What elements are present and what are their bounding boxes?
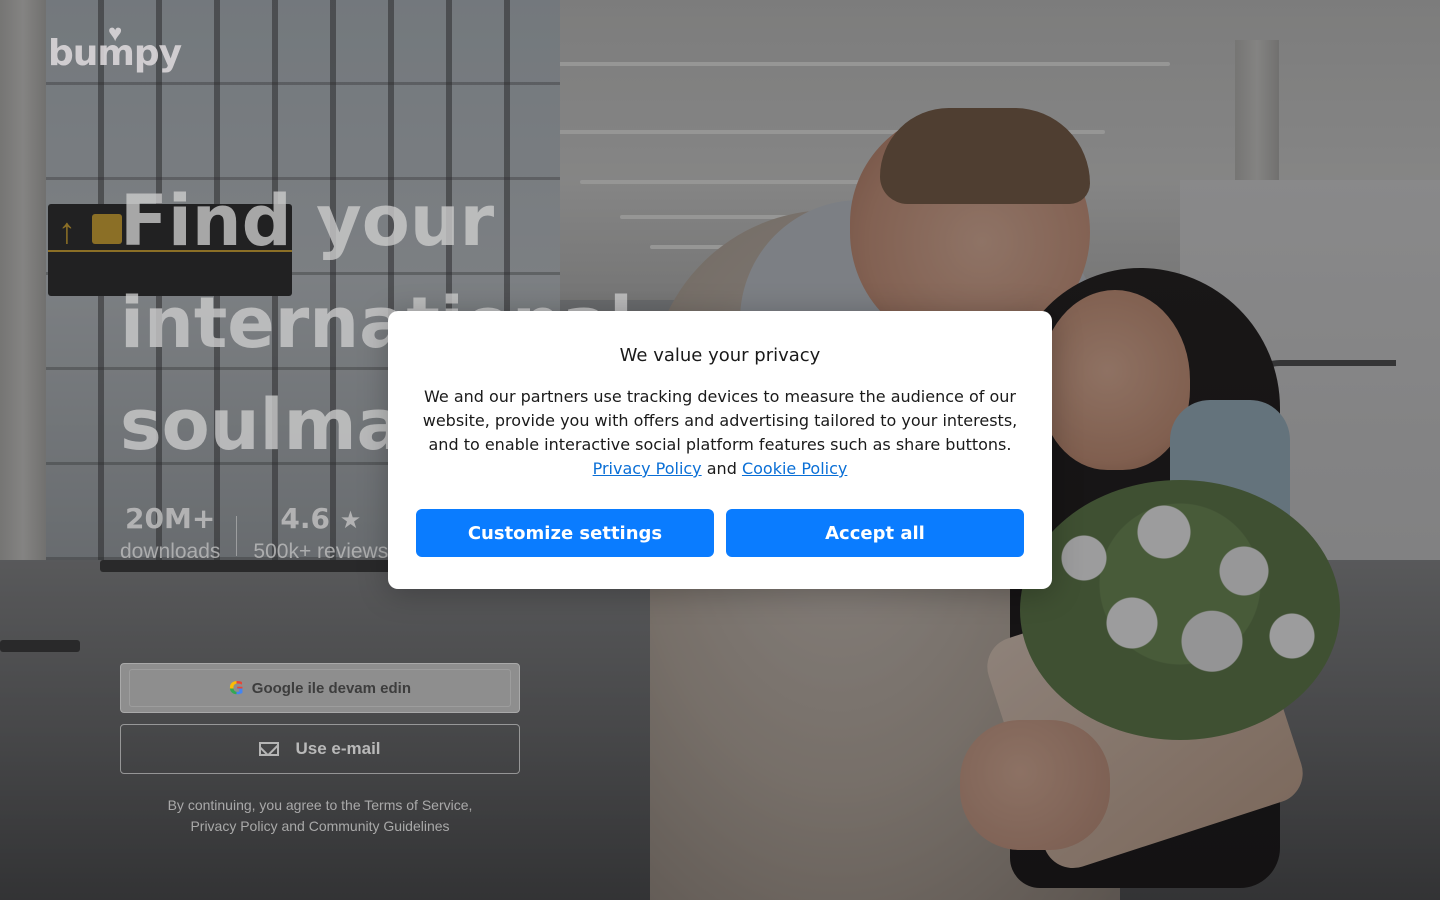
google-signin-label: Google ile devam edin	[251, 679, 411, 697]
modal-title: We value your privacy	[619, 345, 821, 366]
modal-body: We and our partners use tracking devices…	[416, 385, 1024, 481]
stat-rating: 4.6 ★ 500k+ reviews	[253, 500, 388, 564]
customize-settings-button[interactable]: Customize settings	[416, 509, 714, 557]
stat-label: downloads	[120, 540, 221, 563]
stat-label: 500k+ reviews	[253, 540, 389, 563]
email-signin-label: Use e-mail	[295, 739, 381, 758]
stat-value: 20M+	[125, 502, 216, 535]
google-icon: G	[229, 677, 244, 699]
google-signin-button[interactable]: G Google ile devam edin	[120, 663, 520, 713]
terms-line: By continuing, you agree to the Terms of…	[167, 797, 473, 813]
cookie-consent-modal: We value your privacy We and our partner…	[388, 311, 1052, 589]
stat-divider	[236, 516, 238, 556]
accept-all-button[interactable]: Accept all	[726, 509, 1024, 557]
stat-downloads: 20M+ downloads	[120, 500, 220, 564]
star-icon: ★	[339, 506, 362, 534]
privacy-policy-link[interactable]: Privacy Policy	[593, 459, 702, 478]
modal-body-text: We and our partners use tracking devices…	[422, 387, 1018, 454]
stats-row: 20M+ downloads 4.6 ★ 500k+ reviews	[120, 500, 388, 564]
stat-value: 4.6	[280, 502, 330, 535]
heart-icon: ♥	[108, 20, 123, 47]
modal-actions: Customize settings Accept all	[416, 509, 1024, 557]
terms-line: Privacy Policy and Community Guidelines	[190, 818, 450, 834]
email-signin-button[interactable]: Use e-mail	[120, 724, 520, 774]
bumpy-logo[interactable]: ♥ bumpy	[48, 20, 182, 74]
terms-notice: By continuing, you agree to the Terms of…	[150, 795, 490, 837]
and-text: and	[706, 459, 737, 478]
mail-icon	[259, 742, 280, 756]
cookie-policy-link[interactable]: Cookie Policy	[742, 459, 847, 478]
